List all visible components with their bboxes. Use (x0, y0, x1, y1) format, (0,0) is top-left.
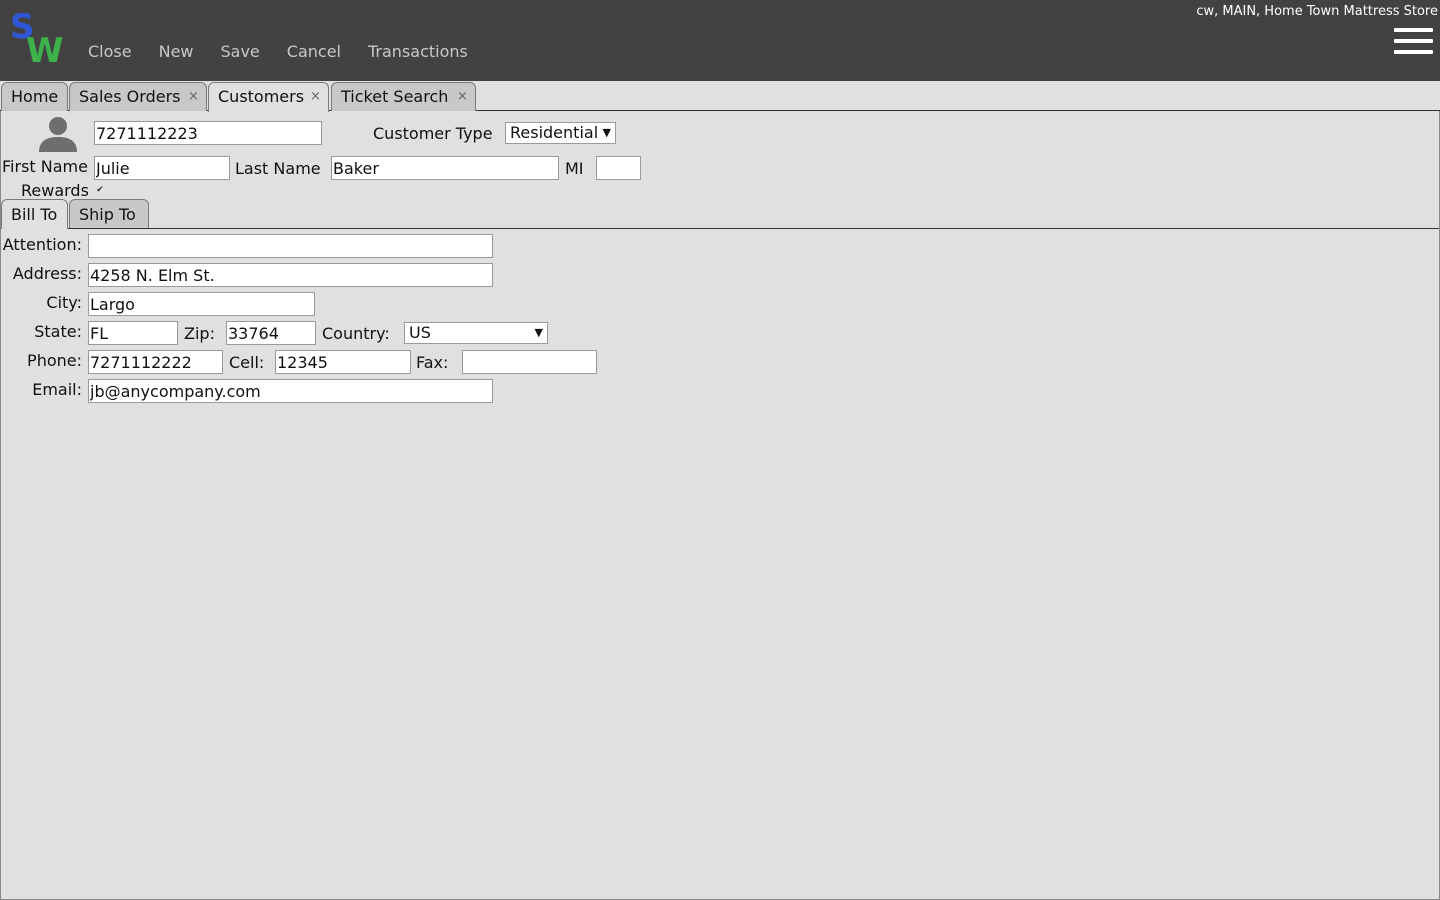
tab-bill-to[interactable]: Bill To (1, 199, 68, 229)
content-frame (0, 111, 1440, 900)
tab-home-label: Home (11, 87, 59, 106)
close-icon[interactable]: × (188, 83, 199, 111)
attention-input[interactable] (88, 234, 493, 258)
country-label: Country: (322, 324, 390, 343)
chevron-down-icon: ▼ (534, 326, 543, 339)
tab-customers[interactable]: Customers × (208, 82, 329, 112)
address-input[interactable] (88, 263, 493, 287)
address-tab-bar: Bill To Ship To (0, 199, 1440, 229)
attention-label: Attention: (2, 235, 82, 254)
phone-input[interactable] (88, 350, 223, 374)
cancel-menu-item[interactable]: Cancel (287, 42, 341, 62)
zip-label: Zip: (184, 324, 215, 343)
tab-ship-to-label: Ship To (79, 205, 136, 224)
mi-label: MI (565, 159, 584, 178)
tab-ticket-search[interactable]: Ticket Search × (331, 82, 476, 111)
tab-ticket-search-label: Ticket Search (341, 87, 449, 106)
phone-label: Phone: (27, 351, 82, 370)
first-name-input[interactable] (94, 156, 230, 180)
close-icon[interactable]: × (310, 83, 321, 111)
chevron-down-icon: ▼ (602, 126, 611, 139)
tab-customers-label: Customers (218, 87, 305, 106)
tab-ship-to[interactable]: Ship To (69, 199, 149, 228)
close-icon[interactable]: × (457, 83, 468, 111)
logo-letter-w: W (26, 31, 64, 71)
mi-input[interactable] (596, 156, 641, 180)
customer-number-input[interactable] (94, 121, 322, 145)
app-logo[interactable]: S W (10, 10, 66, 68)
first-name-label: First Name (2, 157, 88, 176)
customer-type-value: Residential (510, 123, 599, 142)
rewards-checkbox[interactable]: ✔ (95, 185, 105, 195)
last-name-label: Last Name (235, 159, 321, 178)
fax-input[interactable] (462, 350, 597, 374)
new-menu-item[interactable]: New (159, 42, 194, 62)
tab-bill-to-label: Bill To (11, 205, 58, 224)
tab-sales-orders-label: Sales Orders (79, 87, 181, 106)
person-icon (39, 117, 77, 152)
customer-type-label: Customer Type (373, 124, 493, 143)
email-label: Email: (32, 380, 82, 399)
top-bar: S W Close New Save Cancel Transactions c… (0, 0, 1440, 81)
main-tab-bar: Home Sales Orders × Customers × Ticket S… (0, 81, 1440, 112)
top-menu: Close New Save Cancel Transactions (88, 42, 495, 62)
last-name-input[interactable] (331, 156, 559, 180)
customer-type-select[interactable]: Residential ▼ (505, 122, 616, 144)
transactions-menu-item[interactable]: Transactions (368, 42, 468, 62)
country-value: US (409, 323, 431, 342)
hamburger-icon[interactable] (1394, 28, 1433, 56)
zip-input[interactable] (226, 321, 316, 345)
close-menu-item[interactable]: Close (88, 42, 132, 62)
cell-label: Cell: (229, 353, 265, 372)
tab-sales-orders[interactable]: Sales Orders × (69, 82, 207, 111)
fax-label: Fax: (416, 353, 449, 372)
city-input[interactable] (88, 292, 315, 316)
country-select[interactable]: US ▼ (404, 322, 548, 344)
state-input[interactable] (88, 321, 178, 345)
tab-home[interactable]: Home (1, 82, 68, 111)
cell-input[interactable] (275, 350, 411, 374)
user-info: cw, MAIN, Home Town Mattress Store (1196, 4, 1438, 19)
city-label: City: (46, 293, 82, 312)
email-input[interactable] (88, 379, 493, 403)
rewards-label: Rewards (21, 181, 89, 200)
state-label: State: (34, 322, 82, 341)
address-label: Address: (12, 264, 82, 283)
save-menu-item[interactable]: Save (221, 42, 260, 62)
